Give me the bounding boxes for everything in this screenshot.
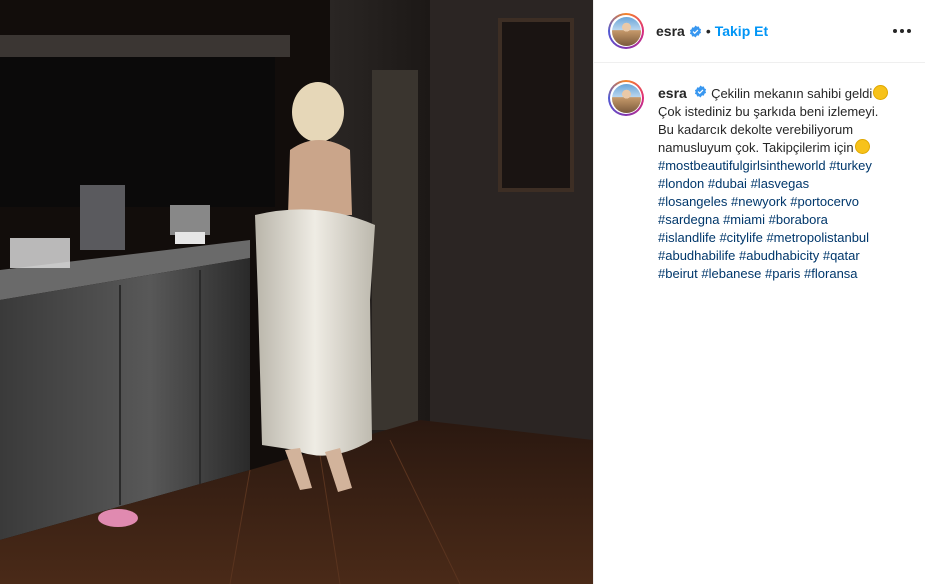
hashtag-link[interactable]: #abudhabicity (739, 248, 819, 263)
caption-text: esra Çekilin mekanın sahibi geldi Çok is… (658, 84, 908, 283)
smiling-face-emoji-icon (873, 85, 889, 100)
hashtag-line: #losangeles #newyork #portocervo (658, 193, 908, 211)
hashtag-link[interactable]: #turkey (829, 158, 872, 173)
hashtag-line: #sardegna #miami #borabora (658, 211, 908, 229)
hashtag-link[interactable]: #dubai (708, 176, 747, 191)
hashtag-link[interactable]: #paris (765, 266, 800, 281)
avatar-image (611, 83, 641, 113)
avatar[interactable] (608, 13, 644, 49)
verified-badge-icon (694, 85, 707, 98)
hashtag-line: #islandlife #citylife #metropolistanbul (658, 229, 908, 247)
hashtag-link[interactable]: #london (658, 176, 704, 191)
hashtag-link[interactable]: #newyork (731, 194, 787, 209)
caption-line: namusluyum çok. Takipçilerim için (658, 140, 854, 155)
hashtag-line: #abudhabilife #abudhabicity #qatar (658, 247, 908, 265)
more-options-icon[interactable] (893, 22, 911, 40)
avatar-image (611, 16, 641, 46)
hashtag-line: #london #dubai #lasvegas (658, 175, 908, 193)
hashtag-link[interactable]: #citylife (719, 230, 762, 245)
hashtag-link[interactable]: #lebanese (701, 266, 761, 281)
hashtag-line: #mostbeautifulgirlsintheworld #turkey (658, 157, 908, 175)
hashtag-line: #beirut #lebanese #paris #floransa (658, 265, 908, 283)
hashtag-link[interactable]: #qatar (823, 248, 860, 263)
post-caption: esra Çekilin mekanın sahibi geldi Çok is… (594, 63, 925, 283)
verified-badge-icon (689, 25, 702, 38)
caption-line: Çekilin mekanın sahibi geldi (711, 86, 873, 101)
hashtag-link[interactable]: #abudhabilife (658, 248, 735, 263)
hashtag-link[interactable]: #floransa (804, 266, 857, 281)
post-header: esra • Takip Et (594, 0, 925, 63)
hashtag-link[interactable]: #islandlife (658, 230, 716, 245)
hashtag-link[interactable]: #metropolistanbul (766, 230, 869, 245)
hashtag-list: #mostbeautifulgirlsintheworld #turkey #lo… (658, 157, 908, 283)
caption-line: Bu kadarcık dekolte verebiliyorum (658, 122, 854, 137)
hashtag-link[interactable]: #sardegna (658, 212, 719, 227)
caption-line: Çok istediniz bu şarkıda beni izlemeyi. (658, 104, 879, 119)
hashtag-link[interactable]: #miami (723, 212, 765, 227)
kissing-face-emoji-icon (854, 139, 870, 154)
separator-dot: • (705, 23, 711, 39)
hashtag-link[interactable]: #lasvegas (751, 176, 810, 191)
hashtag-link[interactable]: #mostbeautifulgirlsintheworld (658, 158, 826, 173)
post-sidebar: esra • Takip Et esra Çekilin mekanın sah… (593, 0, 925, 584)
hashtag-link[interactable]: #losangeles (658, 194, 727, 209)
hashtag-link[interactable]: #beirut (658, 266, 698, 281)
caption-username-link[interactable]: esra (658, 85, 687, 101)
post-media[interactable] (0, 0, 593, 584)
hashtag-link[interactable]: #borabora (769, 212, 828, 227)
follow-button[interactable]: Takip Et (715, 23, 768, 39)
video-frame-illustration (0, 0, 593, 584)
username-link[interactable]: esra (656, 23, 685, 39)
hashtag-link[interactable]: #portocervo (790, 194, 859, 209)
caption-avatar[interactable] (608, 80, 644, 116)
